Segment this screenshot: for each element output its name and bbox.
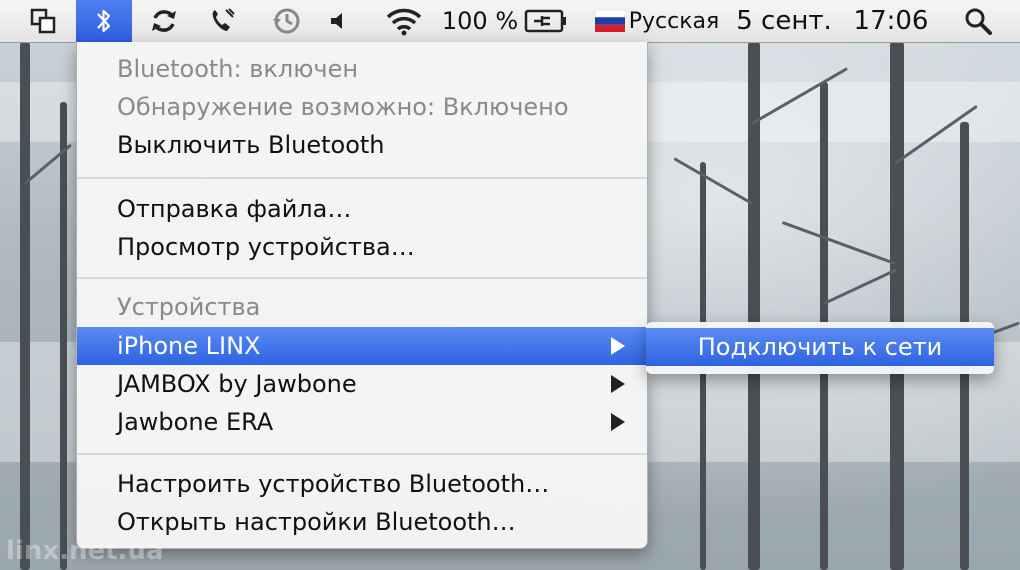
menu-bar: 100 % Русская 5 сент. 17:06 bbox=[0, 0, 1020, 43]
device-label: iPhone LINX bbox=[117, 332, 261, 360]
menubar-date[interactable]: 5 сент. bbox=[736, 0, 832, 42]
bluetooth-icon[interactable] bbox=[76, 0, 132, 42]
window-switcher-icon[interactable] bbox=[26, 0, 60, 42]
tree-branch bbox=[823, 268, 898, 305]
devices-header: Устройства bbox=[117, 293, 261, 321]
sync-icon[interactable] bbox=[146, 0, 182, 42]
send-file-item[interactable]: Отправка файла… bbox=[77, 190, 647, 228]
russian-flag-icon[interactable] bbox=[594, 0, 626, 42]
turn-off-bluetooth-item[interactable]: Выключить Bluetooth bbox=[77, 126, 647, 164]
input-language[interactable]: Русская bbox=[629, 0, 719, 42]
device-item-jambox[interactable]: JAMBOX by Jawbone bbox=[77, 365, 647, 403]
device-submenu: Подключить к сети bbox=[646, 322, 994, 374]
bluetooth-menu: Bluetooth: включен Обнаружение возможно:… bbox=[76, 42, 648, 549]
setup-bluetooth-device-item[interactable]: Настроить устройство Bluetooth… bbox=[77, 465, 647, 503]
discoverable-status: Обнаружение возможно: Включено bbox=[117, 93, 569, 121]
bluetooth-status: Bluetooth: включен bbox=[117, 55, 359, 83]
device-item-jawbone-era[interactable]: Jawbone ERA bbox=[77, 403, 647, 441]
device-label: Jawbone ERA bbox=[117, 408, 274, 436]
device-label: JAMBOX by Jawbone bbox=[117, 370, 357, 398]
device-item-iphone-linx[interactable]: iPhone LINX bbox=[77, 327, 647, 365]
time-machine-icon[interactable] bbox=[268, 0, 304, 42]
menubar-time[interactable]: 17:06 bbox=[846, 0, 936, 42]
wifi-icon[interactable] bbox=[382, 0, 426, 42]
menu-separator bbox=[77, 277, 647, 279]
browse-device-item[interactable]: Просмотр устройства… bbox=[77, 228, 647, 266]
submenu-arrow-icon bbox=[611, 413, 625, 431]
watermark: linx.net.ua bbox=[6, 536, 164, 566]
tree-trunk bbox=[60, 102, 67, 570]
phone-icon[interactable] bbox=[204, 0, 240, 42]
spotlight-search-icon[interactable] bbox=[960, 0, 996, 42]
volume-icon[interactable] bbox=[324, 0, 354, 42]
tree-branch bbox=[781, 221, 896, 265]
battery-charging-icon[interactable] bbox=[522, 0, 570, 42]
menu-separator bbox=[77, 453, 647, 455]
tree-trunk bbox=[20, 42, 30, 570]
menu-separator bbox=[77, 177, 647, 179]
submenu-arrow-icon bbox=[611, 375, 625, 393]
battery-percent[interactable]: 100 % bbox=[442, 0, 518, 42]
tree-trunk bbox=[890, 42, 904, 570]
tree-branch bbox=[673, 157, 753, 205]
submenu-arrow-icon bbox=[611, 337, 625, 355]
connect-to-network-item[interactable]: Подключить к сети bbox=[646, 328, 994, 366]
